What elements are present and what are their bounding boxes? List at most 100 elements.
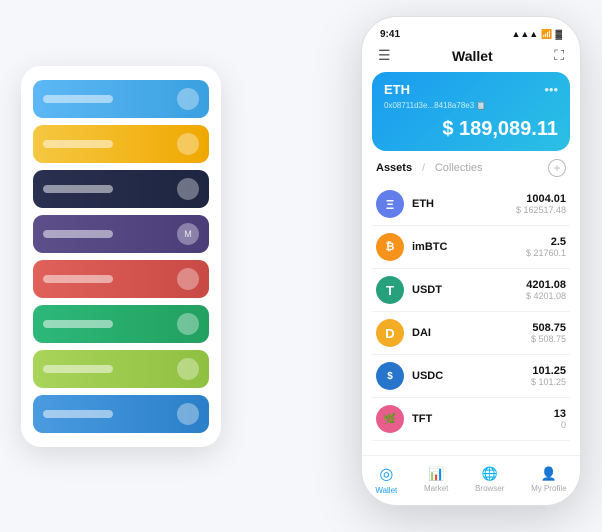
menu-icon[interactable]: ☰ [378, 47, 391, 64]
card-icon-1 [177, 88, 199, 110]
usdt-amounts: 4201.08 $ 4201.08 [526, 279, 566, 301]
stack-card-6[interactable] [33, 305, 209, 343]
asset-item-usdc[interactable]: $ USDC 101.25 $ 101.25 [372, 355, 570, 398]
eth-amount: 1004.01 [516, 193, 566, 205]
profile-nav-label: My Profile [531, 484, 567, 493]
assets-tabs: Assets / Collecties [376, 162, 483, 174]
wifi-icon: 📶 [541, 29, 552, 40]
card-icon-8 [177, 403, 199, 425]
stack-card-3[interactable] [33, 170, 209, 208]
eth-name: ETH [412, 198, 516, 210]
usdc-amounts: 101.25 $ 101.25 [531, 365, 566, 387]
assets-header: Assets / Collecties + [362, 159, 580, 183]
market-nav-icon: 📊 [428, 466, 444, 482]
card-line [43, 230, 113, 238]
usdc-icon: $ [376, 362, 404, 390]
card-line [43, 365, 113, 373]
phone-mockup: 9:41 ▲▲▲ 📶 ▓ ☰ Wallet ⛶ ETH ••• 0x08711d… [361, 16, 581, 506]
dai-amounts: 508.75 $ 508.75 [531, 322, 566, 344]
asset-item-tft[interactable]: 🌿 TFT 13 0 [372, 398, 570, 441]
usdt-usd: $ 4201.08 [526, 291, 566, 301]
nav-browser[interactable]: 🌐 Browser [475, 466, 504, 493]
card-icon-5 [177, 268, 199, 290]
tab-collecties[interactable]: Collecties [435, 162, 483, 174]
tft-amount: 13 [554, 408, 566, 420]
nav-wallet[interactable]: ◎ Wallet [375, 464, 397, 495]
nav-profile[interactable]: 👤 My Profile [531, 466, 567, 493]
eth-amounts: 1004.01 $ 162517.48 [516, 193, 566, 215]
market-nav-label: Market [424, 484, 448, 493]
imbtc-icon: ₿ [376, 233, 404, 261]
phone-header: ☰ Wallet ⛶ [362, 43, 580, 72]
status-bar: 9:41 ▲▲▲ 📶 ▓ [362, 17, 580, 43]
eth-usd: $ 162517.48 [516, 205, 566, 215]
tab-divider: / [422, 163, 425, 174]
card-line [43, 410, 113, 418]
dai-name: DAI [412, 327, 531, 339]
browser-nav-label: Browser [475, 484, 504, 493]
status-time: 9:41 [380, 29, 400, 40]
card-icon-3 [177, 178, 199, 200]
nav-market[interactable]: 📊 Market [424, 466, 448, 493]
eth-icon: Ξ [376, 190, 404, 218]
stack-card-7[interactable] [33, 350, 209, 388]
usdc-name: USDC [412, 370, 531, 382]
browser-nav-icon: 🌐 [482, 466, 498, 482]
bottom-nav: ◎ Wallet 📊 Market 🌐 Browser 👤 My Profile [362, 455, 580, 505]
eth-card[interactable]: ETH ••• 0x08711d3e...8418a78e3 📋 $ 189,0… [372, 72, 570, 151]
card-icon-4: M [177, 223, 199, 245]
tft-amounts: 13 0 [554, 408, 566, 430]
scene: M 9:41 ▲▲▲ 📶 ▓ [21, 16, 581, 516]
signal-icon: ▲▲▲ [511, 29, 538, 39]
card-stack: M [21, 66, 221, 447]
card-line [43, 185, 113, 193]
scan-icon[interactable]: ⛶ [554, 47, 564, 64]
stack-card-5[interactable] [33, 260, 209, 298]
dai-usd: $ 508.75 [531, 334, 566, 344]
add-asset-button[interactable]: + [548, 159, 566, 177]
asset-item-imbtc[interactable]: ₿ imBTC 2.5 $ 21760.1 [372, 226, 570, 269]
tab-assets[interactable]: Assets [376, 162, 412, 174]
card-line [43, 275, 113, 283]
stack-card-2[interactable] [33, 125, 209, 163]
asset-item-usdt[interactable]: T USDT 4201.08 $ 4201.08 [372, 269, 570, 312]
imbtc-amount: 2.5 [526, 236, 566, 248]
usdc-amount: 101.25 [531, 365, 566, 377]
asset-item-dai[interactable]: D DAI 508.75 $ 508.75 [372, 312, 570, 355]
stack-card-1[interactable] [33, 80, 209, 118]
eth-card-address: 0x08711d3e...8418a78e3 📋 [384, 101, 558, 110]
usdt-icon: T [376, 276, 404, 304]
tft-icon: 🌿 [376, 405, 404, 433]
wallet-nav-icon: ◎ [379, 464, 393, 484]
usdc-usd: $ 101.25 [531, 377, 566, 387]
imbtc-amounts: 2.5 $ 21760.1 [526, 236, 566, 258]
eth-card-more[interactable]: ••• [544, 82, 558, 97]
usdt-amount: 4201.08 [526, 279, 566, 291]
asset-item-eth[interactable]: Ξ ETH 1004.01 $ 162517.48 [372, 183, 570, 226]
dai-icon: D [376, 319, 404, 347]
card-line [43, 140, 113, 148]
tft-name: TFT [412, 413, 554, 425]
eth-card-top: ETH ••• [384, 82, 558, 97]
asset-list: Ξ ETH 1004.01 $ 162517.48 ₿ imBTC 2.5 $ … [362, 183, 580, 455]
wallet-nav-label: Wallet [375, 486, 397, 495]
card-line [43, 320, 113, 328]
stack-card-4[interactable]: M [33, 215, 209, 253]
status-icons: ▲▲▲ 📶 ▓ [511, 29, 562, 40]
stack-card-8[interactable] [33, 395, 209, 433]
usdt-name: USDT [412, 284, 526, 296]
tft-usd: 0 [554, 420, 566, 430]
header-title: Wallet [452, 48, 493, 64]
eth-card-balance: $ 189,089.11 [384, 118, 558, 141]
eth-card-name: ETH [384, 82, 410, 97]
imbtc-usd: $ 21760.1 [526, 248, 566, 258]
battery-icon: ▓ [555, 29, 562, 39]
add-icon: + [553, 161, 560, 175]
profile-nav-icon: 👤 [541, 466, 557, 482]
card-icon-2 [177, 133, 199, 155]
card-icon-7 [177, 358, 199, 380]
imbtc-name: imBTC [412, 241, 526, 253]
card-icon-6 [177, 313, 199, 335]
dai-amount: 508.75 [531, 322, 566, 334]
card-line [43, 95, 113, 103]
